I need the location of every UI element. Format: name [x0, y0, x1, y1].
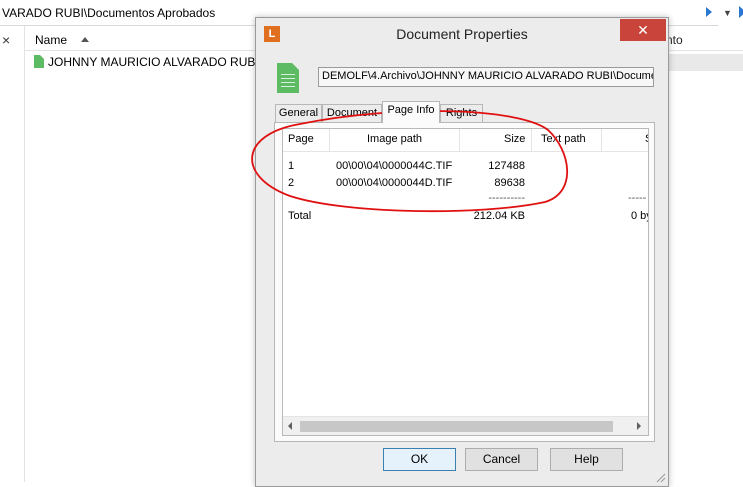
- go-arrow-icon[interactable]: [706, 7, 712, 17]
- total-size: 212.04 KB: [473, 210, 525, 222]
- column-header-partial[interactable]: S: [645, 133, 648, 145]
- address-path: VARADO RUBI\Documentos Aprobados: [2, 6, 216, 20]
- cancel-button[interactable]: Cancel: [465, 448, 538, 471]
- tab-panel: Page Image path Size Text path S 1 00\00…: [274, 122, 655, 442]
- scroll-thumb[interactable]: [300, 421, 613, 432]
- forward-arrow-icon[interactable]: [739, 6, 743, 18]
- file-list-item[interactable]: JOHNNY MAURICIO ALVARADO RUBI: [34, 55, 259, 69]
- separator-right: -----: [628, 192, 647, 204]
- tab-general[interactable]: General: [275, 104, 322, 122]
- chevron-down-icon[interactable]: ▼: [723, 8, 732, 18]
- document-icon: [34, 55, 44, 68]
- separator-size: ----------: [488, 192, 525, 204]
- row1-page: 1: [288, 160, 295, 172]
- column-header-image-path[interactable]: Image path: [367, 133, 422, 145]
- tab-rights[interactable]: Rights: [440, 104, 483, 122]
- row2-size: 89638: [494, 177, 525, 189]
- column-header-page[interactable]: Page: [288, 133, 314, 145]
- list-header: Page Image path Size Text path S: [283, 129, 648, 152]
- document-icon: [277, 63, 299, 93]
- ok-button[interactable]: OK: [383, 448, 456, 471]
- total-label: Total: [288, 210, 312, 222]
- sidebar: [0, 26, 25, 482]
- help-button[interactable]: Help: [550, 448, 623, 471]
- tab-page-info[interactable]: Page Info: [382, 101, 440, 123]
- column-header-text-path[interactable]: Text path: [541, 133, 586, 145]
- file-name: JOHNNY MAURICIO ALVARADO RUBI: [48, 55, 259, 69]
- row2-image-path: 00\00\04\0000044D.TIF: [336, 177, 453, 189]
- sort-up-icon: [81, 37, 89, 42]
- page-info-list[interactable]: Page Image path Size Text path S 1 00\00…: [282, 128, 649, 436]
- title-bar[interactable]: L Document Properties ✕: [256, 18, 668, 50]
- scroll-right-icon[interactable]: [637, 422, 641, 430]
- tab-document[interactable]: Document: [322, 104, 382, 122]
- column-header-name[interactable]: Name: [35, 33, 67, 47]
- total-right: 0 by: [631, 210, 648, 222]
- dialog-title: Document Properties: [396, 26, 528, 42]
- row1-size: 127488: [488, 160, 525, 172]
- document-path-field[interactable]: DEMOLF\4.Archivo\JOHNNY MAURICIO ALVARAD…: [318, 67, 654, 87]
- column-header-size[interactable]: Size: [504, 133, 525, 145]
- scroll-left-icon[interactable]: [288, 422, 292, 430]
- document-properties-dialog: L Document Properties ✕ DEMOLF\4.Archivo…: [255, 17, 669, 487]
- horizontal-scrollbar[interactable]: [283, 416, 648, 435]
- close-icon[interactable]: ×: [2, 32, 10, 48]
- close-button[interactable]: ✕: [620, 19, 666, 41]
- row1-image-path: 00\00\04\0000044C.TIF: [336, 160, 453, 172]
- row-highlight: [666, 54, 743, 71]
- row2-page: 2: [288, 177, 295, 189]
